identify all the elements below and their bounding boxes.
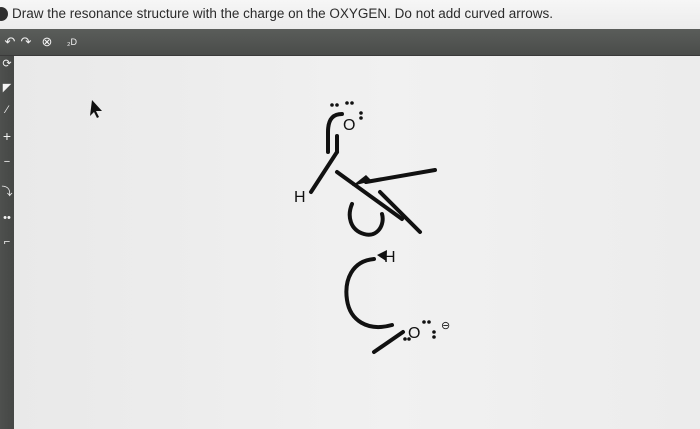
hydrogen-mid-label: H bbox=[384, 249, 396, 266]
left-bond-to-h bbox=[309, 150, 339, 194]
bond-tool-icon[interactable]: ⁄ bbox=[0, 102, 14, 118]
negative-charge-icon: ⊖ bbox=[441, 320, 450, 332]
question-text: Draw the resonance structure with the ch… bbox=[12, 6, 554, 21]
mouse-cursor-icon bbox=[90, 100, 102, 118]
eraser-tool-icon[interactable]: ◤ bbox=[0, 80, 14, 96]
middle-ring-curve bbox=[347, 202, 385, 237]
question-bullet bbox=[0, 7, 8, 21]
zoom-icon[interactable]: ⊗ bbox=[40, 33, 54, 51]
left-toolbar: ⟳ ◤ ⁄ + − ⤵ •• ⌐ bbox=[0, 56, 14, 429]
redo-icon[interactable]: ↷ bbox=[20, 33, 32, 51]
hydrogen-left-label: H bbox=[294, 189, 306, 206]
question-header: Draw the resonance structure with the ch… bbox=[0, 0, 700, 29]
lone-pair-icon[interactable]: •• bbox=[0, 210, 14, 226]
bracket-tool-icon[interactable]: ⌐ bbox=[0, 234, 14, 250]
molecule-bonds bbox=[309, 112, 437, 354]
negative-charge-icon[interactable]: − bbox=[0, 154, 14, 170]
drawing-canvas[interactable]: O H H O ⊖ bbox=[14, 56, 700, 429]
oxygen-top-label: O bbox=[343, 117, 355, 134]
arrow-tool-icon[interactable]: ⤵ bbox=[0, 184, 14, 200]
wedge-bond bbox=[352, 175, 372, 186]
cleanup-2d-icon[interactable]: ₂D bbox=[63, 33, 81, 51]
lower-curved-bond bbox=[344, 257, 394, 329]
undo-icon[interactable]: ↶ bbox=[4, 33, 16, 51]
lasso-tool-icon[interactable]: ⟳ bbox=[0, 56, 14, 72]
right-bond-3 bbox=[378, 190, 422, 234]
top-toolbar: ↶ ↷ ⊗ ₂D bbox=[0, 29, 700, 56]
lower-diagonal-bond bbox=[372, 330, 405, 354]
positive-charge-icon[interactable]: + bbox=[0, 128, 14, 144]
right-bond-2 bbox=[364, 168, 437, 184]
molecule-drawing[interactable]: O H H O ⊖ bbox=[14, 56, 700, 429]
